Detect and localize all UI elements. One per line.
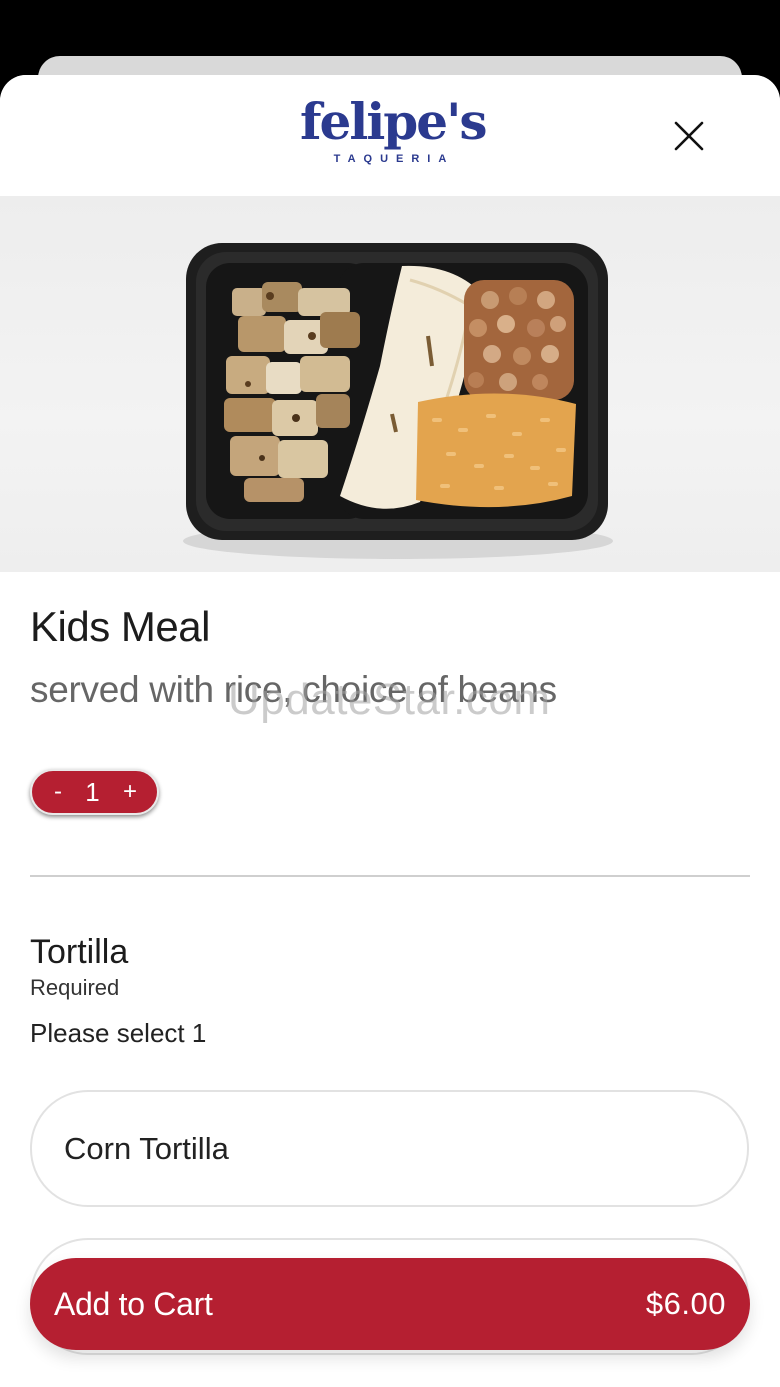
brand-logo-wordmark: felipe's [300,92,488,151]
close-icon [674,121,704,151]
modifier-group-required-label: Required [30,975,120,1000]
option-corn-tortilla[interactable]: Corn Tortilla [30,1090,749,1207]
item-title: Kids Meal [30,603,210,650]
increase-quantity-button[interactable]: + [123,780,137,804]
add-to-cart-button[interactable]: Add to Cart $6.00 [30,1258,750,1350]
meal-container-illustration [183,243,613,559]
modifier-group-instruction: Please select 1 [30,1018,207,1048]
brand-logo: felipe's TAQUERIA [300,92,488,183]
brand-logo-subtitle: TAQUERIA [333,153,455,165]
decrease-quantity-button[interactable]: - [54,780,62,804]
quantity-stepper: - 1 + [30,769,159,815]
section-divider [30,875,750,877]
option-label: Corn Tortilla [64,1130,229,1166]
quantity-value: 1 [85,777,100,807]
add-to-cart-price: $6.00 [645,1286,726,1321]
sheet-header: felipe's TAQUERIA [0,75,780,196]
watermark: UpdateStar.com [228,675,551,724]
meal-photo [0,196,780,572]
close-button[interactable] [662,113,716,159]
add-to-cart-label: Add to Cart [54,1285,213,1322]
item-detail-sheet: felipe's TAQUERIA Kids Meal served with … [0,75,780,1387]
modifier-group-title: Tortilla [30,933,129,971]
status-bar [0,0,780,56]
